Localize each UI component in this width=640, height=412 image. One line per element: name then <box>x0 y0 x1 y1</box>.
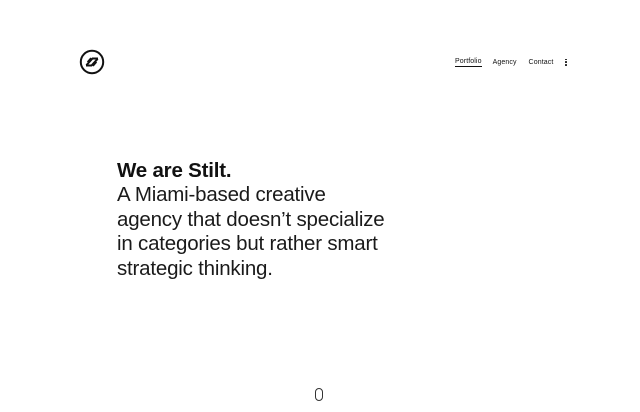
hero-line-4: strategic thinking. <box>117 256 273 280</box>
kebab-dot <box>565 61 567 63</box>
nav-item-agency[interactable]: Agency <box>493 58 517 67</box>
main-nav: Portfolio Agency Contact <box>455 57 567 67</box>
stilt-logo-icon[interactable] <box>79 49 105 75</box>
mouse-scroll-icon[interactable] <box>315 388 323 401</box>
hero-line-2: agency that doesn’t specialize <box>117 207 385 231</box>
kebab-dot <box>565 63 567 66</box>
nav-item-contact[interactable]: Contact <box>529 58 554 67</box>
nav-item-portfolio[interactable]: Portfolio <box>455 57 482 67</box>
stilt-logo-svg <box>79 49 105 75</box>
hero-line-1: A Miami-based creative <box>117 183 326 206</box>
hero-title: We are Stilt. <box>117 159 232 182</box>
kebab-menu-icon[interactable] <box>564 58 567 66</box>
hero-section: We are Stilt. A Miami-based creative age… <box>117 158 437 281</box>
kebab-dot <box>565 58 567 61</box>
hero-line-3: in categories but rather smart <box>117 232 378 255</box>
